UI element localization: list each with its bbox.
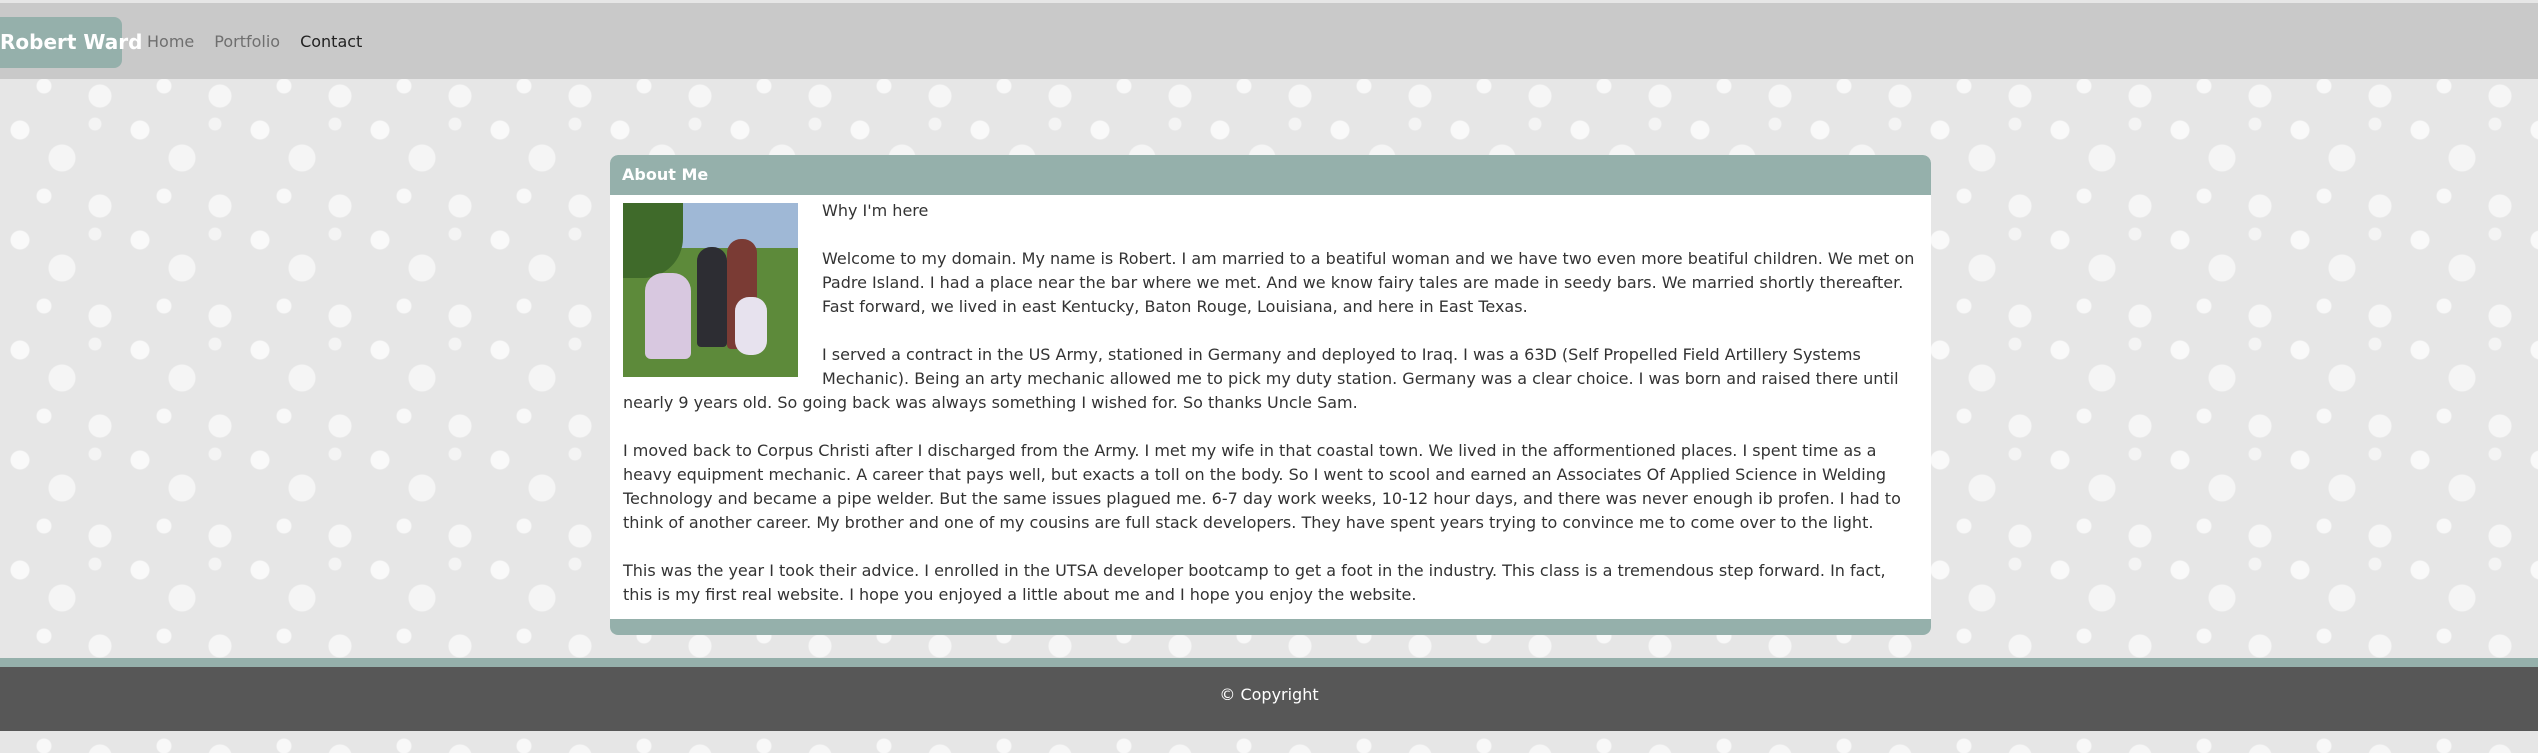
nav-links: Home Portfolio Contact (147, 3, 362, 79)
navbar: Robert Ward Home Portfolio Contact (0, 3, 2538, 79)
about-card-body: Why I'm here Welcome to my domain. My na… (623, 199, 1918, 607)
about-paragraph-2: I served a contract in the US Army, stat… (623, 345, 1899, 412)
about-card: About Me Why I'm here Welcome to my doma… (610, 155, 1931, 635)
about-paragraph-3: I moved back to Corpus Christi after I d… (623, 441, 1901, 532)
family-photo (623, 203, 798, 377)
copyright-text: © Copyright (1219, 685, 1319, 704)
about-card-header: About Me (610, 155, 1931, 195)
brand-link[interactable]: Robert Ward (0, 17, 142, 68)
about-paragraph-1: Welcome to my domain. My name is Robert.… (822, 249, 1915, 316)
nav-link-contact[interactable]: Contact (300, 32, 362, 51)
nav-link-portfolio[interactable]: Portfolio (214, 32, 280, 51)
footer-accent-stripe (0, 658, 2538, 667)
about-subtitle: Why I'm here (822, 201, 929, 220)
nav-link-home[interactable]: Home (147, 32, 194, 51)
page-footer: © Copyright (0, 667, 2538, 731)
about-paragraph-4: This was the year I took their advice. I… (623, 561, 1886, 604)
about-card-footer (610, 619, 1931, 635)
